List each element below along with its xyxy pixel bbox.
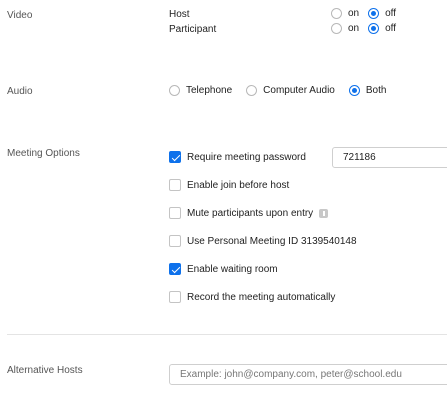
alternative-hosts-section-label: Alternative Hosts (7, 365, 83, 376)
participant-video-off-label[interactable]: off (385, 23, 396, 34)
audio-computer-radio[interactable] (246, 85, 258, 96)
meeting-options-section-label: Meeting Options (7, 148, 80, 159)
participant-video-toggle: on off (331, 23, 405, 34)
record-auto-option: Record the meeting automatically (169, 291, 335, 303)
mute-on-entry-label[interactable]: Mute participants upon entry (187, 208, 313, 219)
audio-telephone-radio[interactable] (169, 85, 180, 96)
section-divider (7, 334, 447, 335)
record-auto-checkbox[interactable] (169, 291, 181, 303)
audio-options: Telephone Computer Audio Both (169, 85, 400, 96)
meeting-password-input[interactable]: 721186 (332, 147, 447, 168)
waiting-room-option: Enable waiting room (169, 263, 278, 275)
alternative-hosts-input[interactable]: Example: john@company.com, peter@school.… (169, 364, 447, 385)
join-before-host-option: Enable join before host (169, 179, 289, 191)
require-password-label[interactable]: Require meeting password (187, 152, 306, 163)
require-password-option: Require meeting password (169, 151, 306, 163)
mute-on-entry-option: Mute participants upon entry (169, 207, 329, 219)
participant-video-on-label[interactable]: on (348, 23, 359, 34)
host-video-on-label[interactable]: on (348, 8, 359, 19)
host-video-off-radio[interactable] (368, 8, 380, 19)
host-video-on-radio[interactable] (331, 8, 342, 19)
waiting-room-label[interactable]: Enable waiting room (187, 264, 278, 275)
personal-meeting-id-option: Use Personal Meeting ID 3139540148 (169, 235, 357, 247)
info-icon[interactable] (319, 208, 329, 218)
join-before-host-label[interactable]: Enable join before host (187, 180, 289, 191)
video-section-label: Video (7, 10, 33, 21)
host-video-off-label[interactable]: off (385, 8, 396, 19)
audio-telephone-label[interactable]: Telephone (186, 85, 232, 96)
participant-video-off-radio[interactable] (368, 23, 380, 34)
participant-label: Participant (169, 24, 217, 35)
audio-both-radio[interactable] (348, 85, 360, 96)
waiting-room-checkbox[interactable] (169, 263, 181, 275)
require-password-checkbox[interactable] (169, 151, 181, 163)
join-before-host-checkbox[interactable] (169, 179, 181, 191)
mute-on-entry-checkbox[interactable] (169, 207, 181, 219)
audio-section-label: Audio (7, 86, 33, 97)
participant-video-on-radio[interactable] (331, 23, 342, 34)
personal-meeting-id-label[interactable]: Use Personal Meeting ID 3139540148 (187, 236, 357, 247)
record-auto-label[interactable]: Record the meeting automatically (187, 292, 335, 303)
host-video-toggle: on off (331, 8, 405, 19)
audio-both-label[interactable]: Both (366, 85, 387, 96)
audio-computer-label[interactable]: Computer Audio (263, 85, 335, 96)
personal-meeting-id-checkbox[interactable] (169, 235, 181, 247)
host-label: Host (169, 9, 190, 20)
